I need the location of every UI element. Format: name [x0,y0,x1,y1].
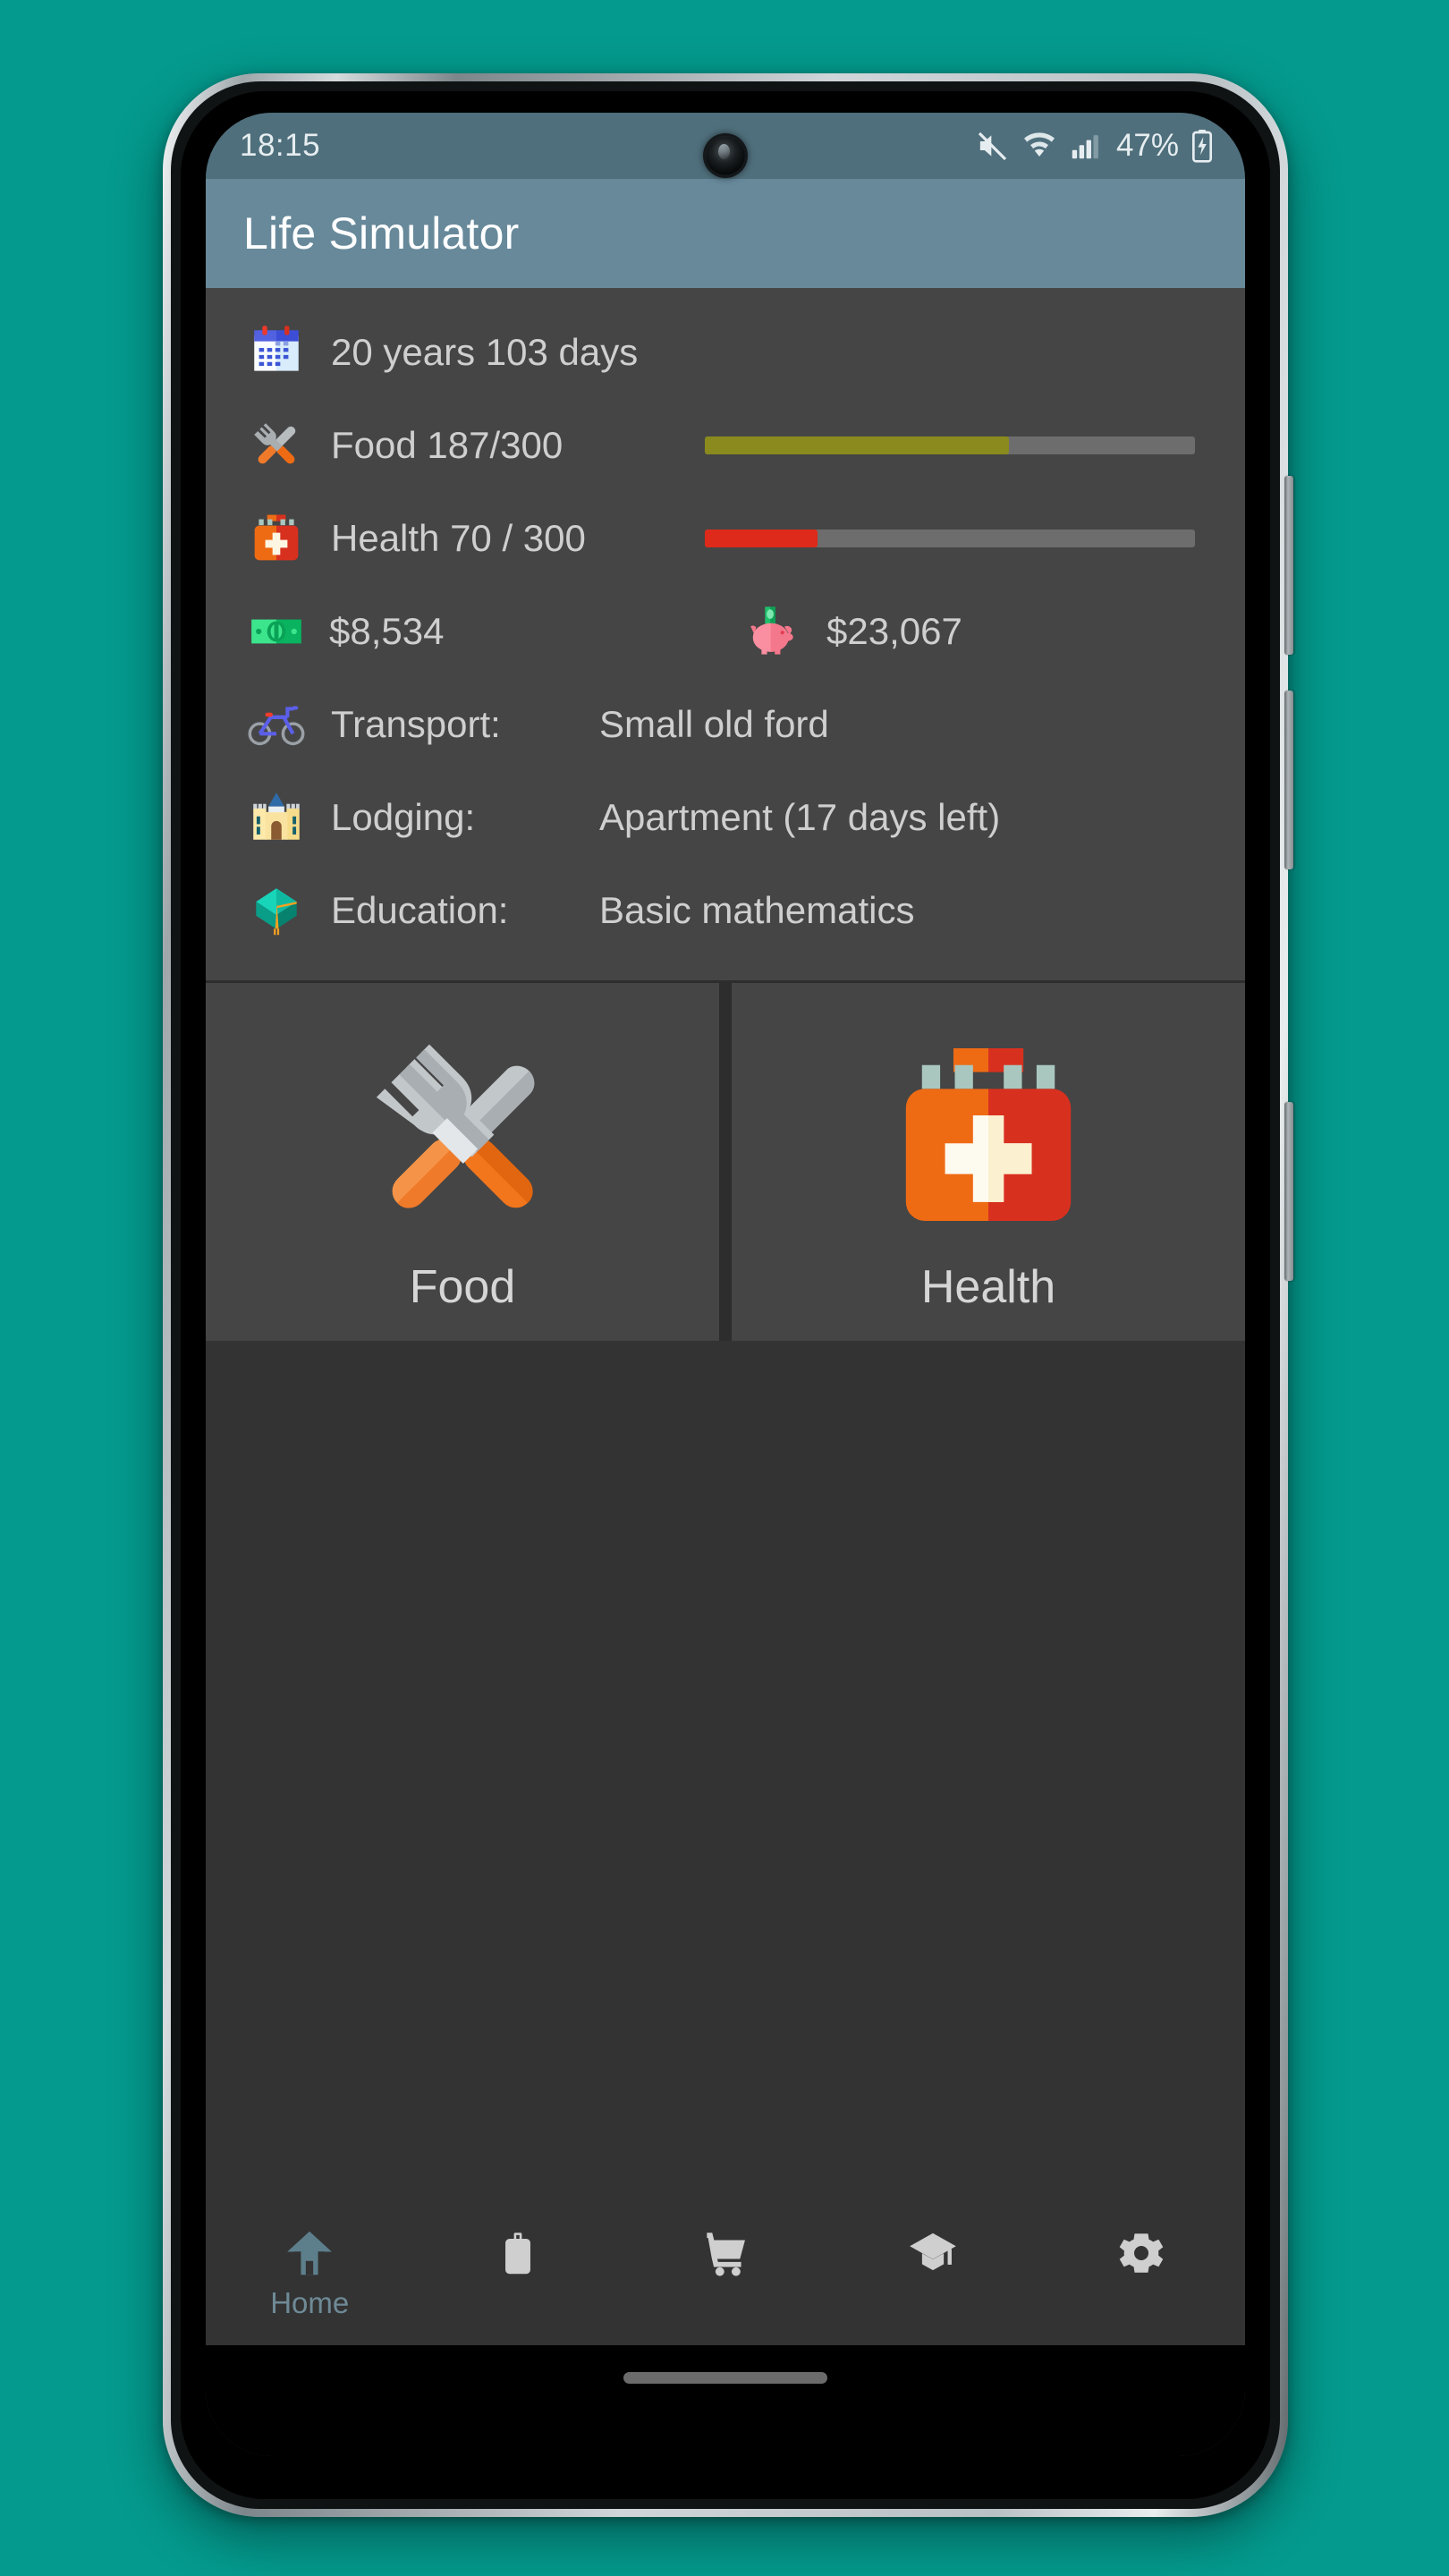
nav-item-work[interactable] [413,2225,621,2286]
nav-item-shop[interactable] [622,2225,829,2286]
lodging-value: Apartment (17 days left) [599,796,1001,838]
front-camera [706,136,745,175]
action-card-food-label: Food [409,1261,516,1313]
shopping-cart-icon [698,2225,753,2281]
nav-item-settings[interactable] [1038,2225,1245,2286]
bottom-navigation-bar: Home [206,2202,1245,2345]
transport-key: Transport: [331,703,501,745]
first-aid-kit-icon [247,509,306,568]
status-icon-group: 47% [975,128,1215,164]
signal-icon [1068,129,1102,163]
piggy-bank-icon [744,602,803,661]
status-time: 18:15 [240,128,321,163]
volume-up-button[interactable] [1284,476,1293,655]
action-card-grid: Food Health [206,983,1245,1341]
food-progress-fill [705,436,1009,454]
education-key: Education: [331,889,509,931]
castle-icon [247,788,306,847]
action-card-health[interactable]: Health [732,983,1245,1341]
action-card-health-label: Health [920,1261,1056,1313]
stats-panel: 20 years 103 days Food 187/300 Health 70… [206,288,1245,983]
stat-row-age: 20 years 103 days [206,306,1245,399]
gesture-navigation-area [206,2345,1245,2456]
savings-amount: $23,067 [826,610,962,652]
health-progress-fill [705,530,818,547]
savings-group: $23,067 [744,602,962,661]
home-icon [282,2225,337,2281]
bicycle-icon [247,695,306,754]
age-label: 20 years 103 days [331,331,639,373]
health-label: Health 70 / 300 [331,517,586,559]
health-progress-track [705,530,1195,547]
graduation-cap-icon [247,881,306,940]
content-area [206,1341,1245,2202]
nav-item-home[interactable]: Home [206,2225,413,2320]
education-value: Basic mathematics [599,889,915,931]
app-screen: 18:15 47% Life Simulator 20 years 103 da… [206,113,1245,2456]
page-title: Life Simulator [243,208,520,258]
calendar-icon [247,323,306,382]
property-row-transport: Transport: Small old ford [206,678,1245,771]
phone-device: 18:15 47% Life Simulator 20 years 103 da… [163,73,1293,2517]
cash-amount: $8,534 [329,610,445,652]
gesture-pill[interactable] [623,2372,827,2384]
gear-icon [1114,2225,1169,2281]
mute-icon [975,128,1011,164]
phone-bezel: 18:15 47% Life Simulator 20 years 103 da… [181,91,1270,2499]
wifi-icon [1021,128,1057,164]
lodging-key: Lodging: [331,796,476,838]
property-row-education: Education: Basic mathematics [206,864,1245,957]
first-aid-kit-icon [877,1026,1100,1250]
cash-group: $8,534 [247,602,744,661]
fork-knife-icon [351,1026,574,1250]
food-label: Food 187/300 [331,424,564,466]
nav-item-education[interactable] [829,2225,1037,2286]
fork-knife-icon [247,416,306,475]
app-bar: Life Simulator [206,179,1245,288]
volume-down-button[interactable] [1284,691,1293,869]
graduation-cap-icon [905,2225,961,2281]
transport-value: Small old ford [599,703,829,745]
property-row-lodging: Lodging: Apartment (17 days left) [206,771,1245,864]
action-card-food[interactable]: Food [206,983,719,1341]
battery-charging-icon [1190,128,1215,164]
nav-item-home-label: Home [270,2286,350,2319]
stat-row-food: Food 187/300 [206,399,1245,492]
banknote-icon [247,602,306,661]
briefcase-icon [490,2225,546,2281]
status-bar: 18:15 47% [206,113,1245,179]
battery-percent-label: 47% [1115,128,1179,163]
stat-row-health: Health 70 / 300 [206,492,1245,585]
money-row: $8,534 $23,067 [206,585,1245,678]
power-button[interactable] [1284,1102,1293,1281]
food-progress-track [705,436,1195,454]
